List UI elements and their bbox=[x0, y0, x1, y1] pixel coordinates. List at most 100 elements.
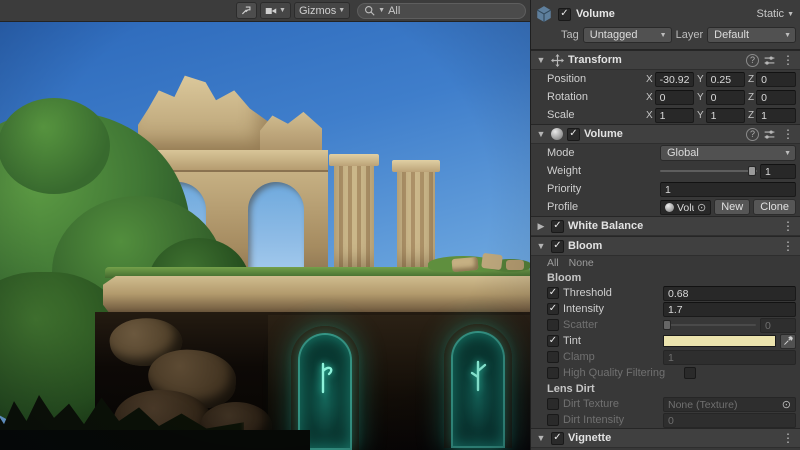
transform-header[interactable]: ▼ Transform ? ⋮ bbox=[531, 50, 800, 70]
unity-editor-window: ▼ Gizmos ▼ ▼ All bbox=[0, 0, 800, 450]
scale-label: Scale bbox=[547, 109, 643, 121]
intensity-override-checkbox[interactable]: ✓ bbox=[547, 303, 559, 315]
scene-camera-button[interactable]: ▼ bbox=[260, 2, 291, 19]
weight-slider[interactable] bbox=[660, 164, 757, 178]
scene-tools-button[interactable] bbox=[236, 2, 257, 19]
tag-value: Untagged bbox=[590, 29, 638, 41]
dirt-intensity-row: ✓ Dirt Intensity 0 bbox=[531, 412, 800, 428]
glowing-door-inner bbox=[451, 331, 505, 448]
axis-z-label: Z bbox=[748, 110, 754, 121]
gameobject-header: ✓ Volume Static ▼ Tag Untagged▼ Layer De… bbox=[531, 0, 800, 50]
volume-component-header[interactable]: ▼ ✓ Volume ? ⋮ bbox=[531, 124, 800, 144]
scene-viewport[interactable] bbox=[0, 0, 530, 450]
more-menu-icon[interactable]: ⋮ bbox=[780, 219, 796, 233]
stone-ledge bbox=[103, 276, 530, 316]
foldout-closed-icon[interactable]: ▶ bbox=[535, 221, 547, 232]
help-icon[interactable]: ? bbox=[746, 54, 759, 67]
presets-icon[interactable] bbox=[763, 54, 776, 67]
scatter-override-checkbox[interactable]: ✓ bbox=[547, 319, 559, 331]
threshold-field[interactable]: 0.68 bbox=[663, 286, 796, 301]
object-picker-icon: ⊙ bbox=[782, 398, 791, 411]
foldout-open-icon[interactable]: ▼ bbox=[535, 241, 547, 251]
eyedropper-icon[interactable] bbox=[780, 334, 796, 349]
clamp-field: 1 bbox=[663, 350, 796, 365]
more-menu-icon[interactable]: ⋮ bbox=[780, 53, 796, 67]
help-icon[interactable]: ? bbox=[746, 128, 759, 141]
static-dropdown[interactable]: Static ▼ bbox=[755, 8, 796, 20]
white-balance-title[interactable]: White Balance bbox=[568, 220, 776, 232]
tint-override-checkbox[interactable]: ✓ bbox=[547, 335, 559, 347]
priority-field[interactable]: 1 bbox=[660, 182, 796, 197]
bloom-enabled-checkbox[interactable]: ✓ bbox=[551, 240, 564, 253]
scale-y-field[interactable]: 1 bbox=[706, 108, 745, 123]
mode-dropdown[interactable]: Global ▼ bbox=[660, 145, 796, 161]
rotation-x-field[interactable]: 0 bbox=[655, 90, 694, 105]
profile-row: Profile Volume_Gl ⊙ New Clone bbox=[531, 198, 800, 216]
rune-glyph-icon bbox=[468, 359, 488, 393]
tag-dropdown[interactable]: Untagged▼ bbox=[583, 27, 672, 43]
clamp-label: Clamp bbox=[563, 351, 659, 363]
slider-thumb[interactable] bbox=[748, 166, 756, 176]
active-checkbox[interactable]: ✓ bbox=[558, 8, 571, 21]
rotation-z-field[interactable]: 0 bbox=[756, 90, 796, 105]
transform-title[interactable]: Transform bbox=[568, 54, 742, 66]
mode-value: Global bbox=[667, 147, 699, 159]
weight-field[interactable]: 1 bbox=[760, 164, 796, 179]
dirt-texture-override-checkbox[interactable]: ✓ bbox=[547, 398, 559, 410]
scene-search-input[interactable]: ▼ All bbox=[357, 3, 526, 19]
volume-component-icon bbox=[551, 128, 563, 140]
rune-glyph-icon bbox=[315, 361, 335, 395]
scale-z-field[interactable]: 1 bbox=[756, 108, 796, 123]
profile-value: Volume_Gl bbox=[677, 202, 694, 214]
clamp-row: ✓ Clamp 1 bbox=[531, 349, 800, 365]
small-stone bbox=[506, 260, 524, 270]
bloom-title[interactable]: Bloom bbox=[568, 240, 776, 252]
gizmos-dropdown[interactable]: Gizmos ▼ bbox=[294, 2, 350, 19]
vignette-header[interactable]: ▼ ✓ Vignette ⋮ bbox=[531, 428, 800, 448]
rotation-y-field[interactable]: 0 bbox=[706, 90, 745, 105]
position-row: Position X-30.92 Y0.25 Z0 bbox=[531, 70, 800, 88]
none-button[interactable]: None bbox=[569, 257, 594, 269]
object-picker-icon[interactable]: ⊙ bbox=[697, 201, 706, 214]
presets-icon[interactable] bbox=[763, 128, 776, 141]
bloom-header[interactable]: ▼ ✓ Bloom ⋮ bbox=[531, 236, 800, 256]
dirt-intensity-label: Dirt Intensity bbox=[563, 414, 659, 426]
threshold-label: Threshold bbox=[563, 287, 659, 299]
vignette-enabled-checkbox[interactable]: ✓ bbox=[551, 432, 564, 445]
layer-dropdown[interactable]: Default▼ bbox=[707, 27, 796, 43]
tint-color-swatch[interactable] bbox=[663, 335, 776, 347]
more-menu-icon[interactable]: ⋮ bbox=[780, 431, 796, 445]
white-balance-header[interactable]: ▶ ✓ White Balance ⋮ bbox=[531, 216, 800, 236]
foldout-open-icon[interactable]: ▼ bbox=[535, 129, 547, 139]
intensity-row: ✓ Intensity 1.7 bbox=[531, 301, 800, 317]
chevron-down-icon: ▼ bbox=[784, 150, 791, 157]
position-y-field[interactable]: 0.25 bbox=[706, 72, 745, 87]
more-menu-icon[interactable]: ⋮ bbox=[780, 127, 796, 141]
check-icon: ✓ bbox=[569, 129, 577, 139]
volume-enabled-checkbox[interactable]: ✓ bbox=[567, 128, 580, 141]
all-button[interactable]: All bbox=[547, 257, 559, 269]
stone-column-right-1 bbox=[334, 166, 374, 278]
intensity-field[interactable]: 1.7 bbox=[663, 302, 796, 317]
clamp-override-checkbox[interactable]: ✓ bbox=[547, 351, 559, 363]
threshold-override-checkbox[interactable]: ✓ bbox=[547, 287, 559, 299]
more-menu-icon[interactable]: ⋮ bbox=[780, 239, 796, 253]
foldout-open-icon[interactable]: ▼ bbox=[535, 433, 547, 443]
dirt-intensity-override-checkbox[interactable]: ✓ bbox=[547, 414, 559, 426]
scene-view[interactable]: ▼ Gizmos ▼ ▼ All bbox=[0, 0, 530, 450]
scale-x-field[interactable]: 1 bbox=[655, 108, 694, 123]
arch-opening-2 bbox=[248, 182, 304, 280]
hqf-override-checkbox[interactable]: ✓ bbox=[547, 367, 559, 379]
vignette-title[interactable]: Vignette bbox=[568, 432, 776, 444]
profile-object-field[interactable]: Volume_Gl ⊙ bbox=[660, 200, 711, 215]
white-balance-enabled-checkbox[interactable]: ✓ bbox=[551, 220, 564, 233]
volume-title[interactable]: Volume bbox=[584, 128, 742, 140]
transform-icon bbox=[551, 54, 564, 67]
clone-profile-button[interactable]: Clone bbox=[753, 199, 796, 215]
foldout-open-icon[interactable]: ▼ bbox=[535, 55, 547, 65]
gameobject-name[interactable]: Volume bbox=[576, 8, 750, 20]
position-x-field[interactable]: -30.92 bbox=[655, 72, 694, 87]
new-profile-button[interactable]: New bbox=[714, 199, 750, 215]
position-z-field[interactable]: 0 bbox=[756, 72, 796, 87]
profile-label: Profile bbox=[547, 201, 657, 213]
